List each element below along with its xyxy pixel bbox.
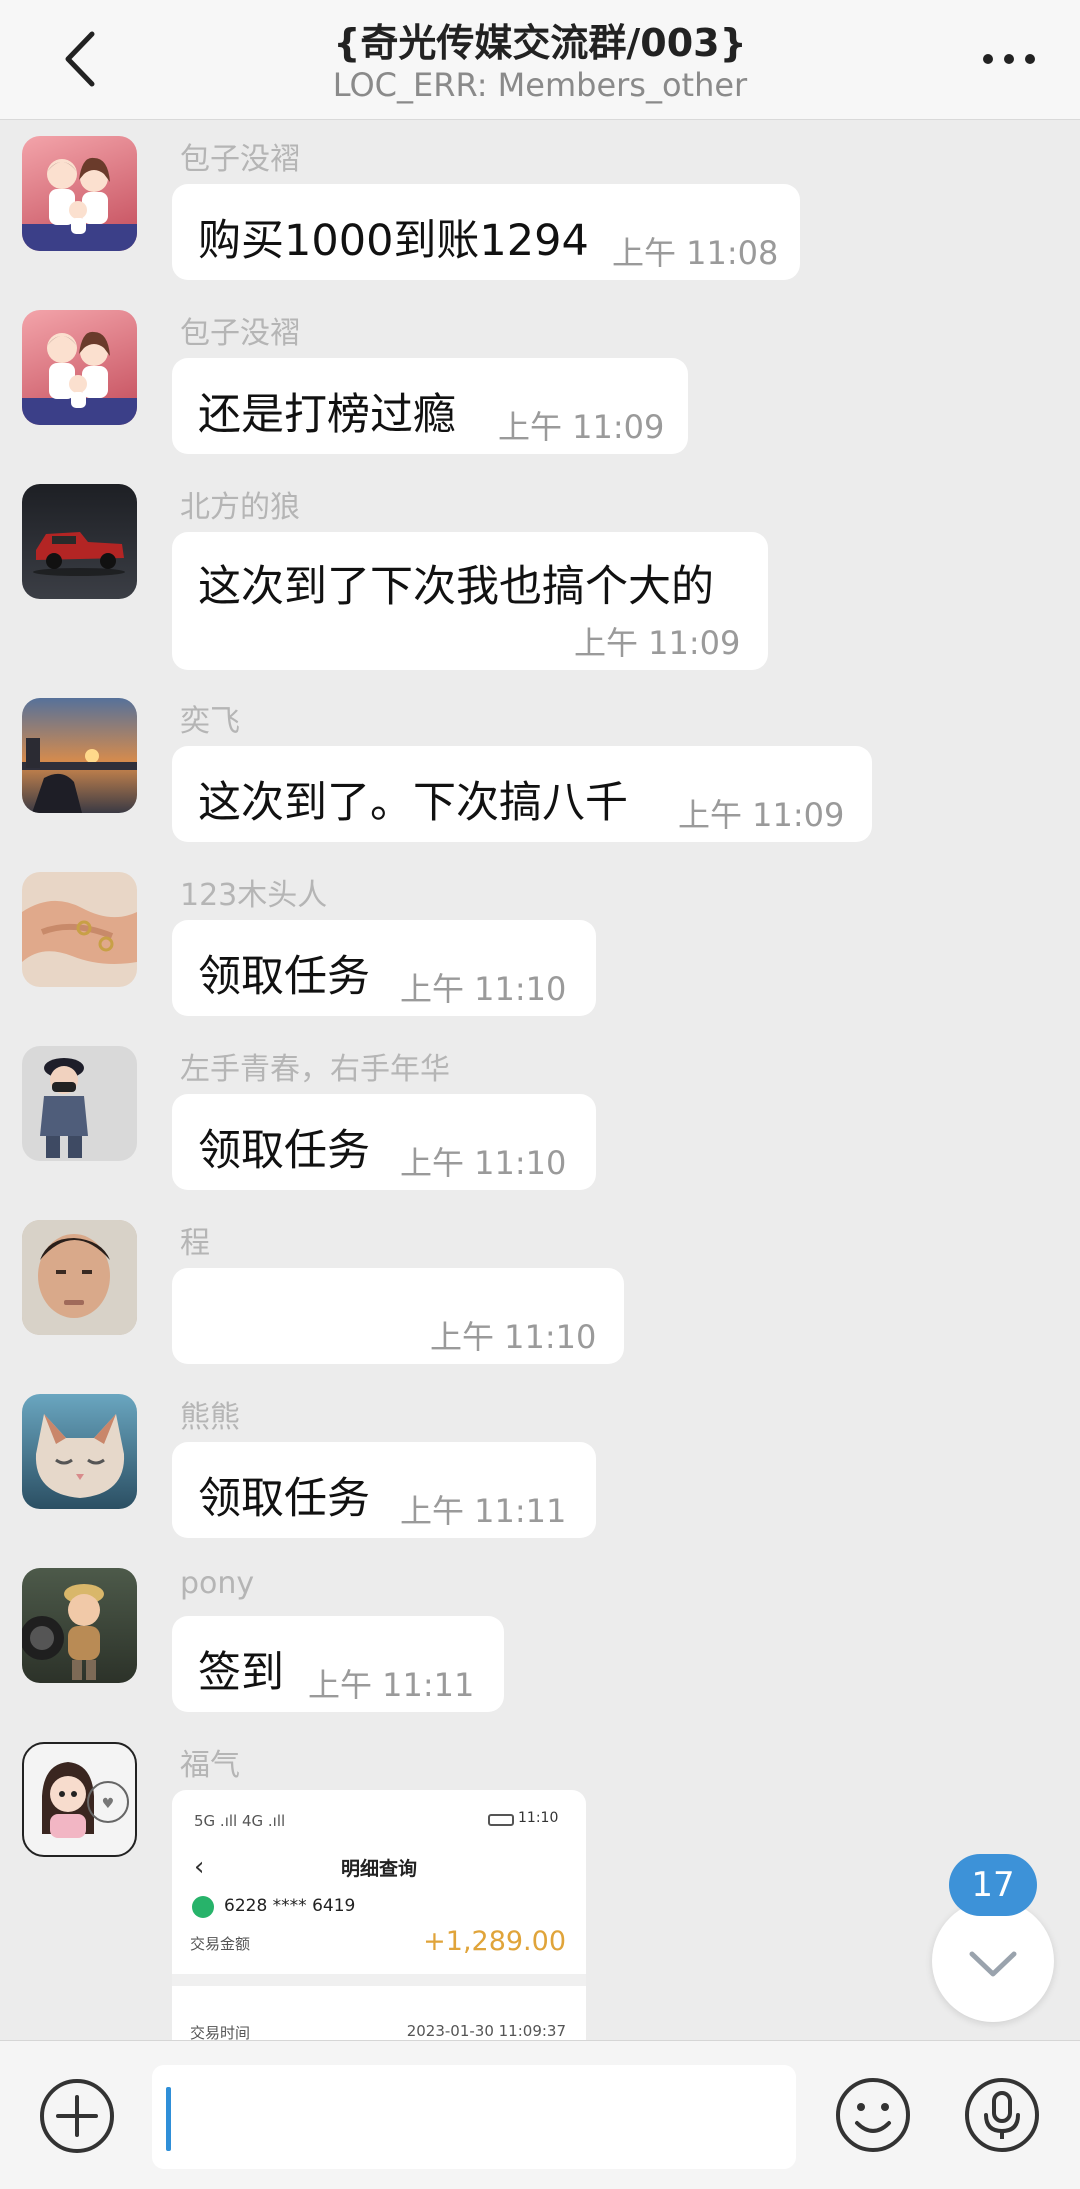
message-text: 购买1000到账1294	[198, 216, 589, 266]
emoji-button[interactable]	[833, 2075, 913, 2155]
avatar[interactable]	[22, 136, 137, 251]
message-item: 熊熊 领取任务 上午 11:11	[0, 1392, 1080, 1562]
avatar[interactable]	[22, 872, 137, 987]
couple-cartoon-avatar-icon	[22, 157, 137, 251]
message-time: 上午 11:09	[678, 796, 845, 834]
sender-name: 福气	[180, 1748, 240, 1783]
scroll-to-bottom-button[interactable]	[932, 1900, 1054, 2022]
receipt-status-bar: 5G .ıll 4G .ıll	[194, 1812, 286, 1830]
red-truck-avatar-icon	[33, 532, 125, 576]
sender-name: 程	[180, 1226, 210, 1261]
hands-rings-avatar-icon	[22, 900, 137, 964]
message-time: 上午 11:09	[498, 408, 665, 446]
group-subtitle: LOC_ERR: Members_other	[332, 66, 748, 104]
receipt-amount-label: 交易金额	[190, 1935, 251, 1953]
message-text: 签到	[198, 1648, 284, 1698]
receipt-clock: 11:10	[518, 1810, 559, 1826]
message-input[interactable]	[152, 2065, 796, 2169]
message-bubble[interactable]: 上午 11:10	[172, 1268, 624, 1364]
avatar[interactable]	[22, 310, 137, 425]
message-item: 包子没褶 还是打榜过瘾 上午 11:09	[0, 308, 1080, 478]
message-time: 上午 11:10	[430, 1318, 597, 1356]
avatar[interactable]	[22, 1394, 137, 1509]
receipt-time-label: 交易时间	[190, 2024, 251, 2040]
message-bubble[interactable]: 签到 上午 11:11	[172, 1616, 504, 1712]
sender-name: 包子没褶	[180, 316, 300, 351]
more-options-button[interactable]	[974, 34, 1044, 84]
sender-name: 北方的狼	[180, 490, 300, 525]
avatar[interactable]: ♥	[22, 1742, 137, 1857]
couple-cartoon-avatar-icon	[22, 331, 137, 425]
composer-bar	[0, 2040, 1080, 2189]
message-bubble[interactable]: 领取任务 上午 11:10	[172, 1094, 596, 1190]
battery-icon	[488, 1814, 514, 1826]
message-bubble[interactable]: 购买1000到账1294 上午 11:08	[172, 184, 800, 280]
masked-figure-avatar-icon	[40, 1058, 88, 1158]
cartoon-girl-avatar-icon: ♥	[42, 1762, 129, 1838]
voice-button[interactable]	[962, 2075, 1042, 2155]
message-item: 123木头人 领取任务 上午 11:10	[0, 870, 1080, 1040]
message-text: 领取任务	[198, 1126, 370, 1176]
message-bubble[interactable]: 这次到了下次我也搞个大的 上午 11:09	[172, 532, 768, 670]
message-time: 上午 11:09	[574, 624, 741, 662]
sender-name: 奕飞	[180, 704, 240, 739]
message-time: 上午 11:11	[400, 1492, 567, 1530]
message-item: 北方的狼 这次到了下次我也搞个大的 上午 11:09	[0, 482, 1080, 692]
chat-header: {奇光传媒交流群/003} LOC_ERR: Members_other	[0, 0, 1080, 120]
message-bubble[interactable]: 领取任务 上午 11:10	[172, 920, 596, 1016]
message-text: 领取任务	[198, 1474, 370, 1524]
message-item: pony 签到 上午 11:11	[0, 1566, 1080, 1736]
message-time: 上午 11:10	[400, 1144, 567, 1182]
message-text: 这次到了。下次搞八千	[198, 778, 628, 828]
message-bubble[interactable]: 还是打榜过瘾 上午 11:09	[172, 358, 688, 454]
avatar[interactable]	[22, 1046, 137, 1161]
message-text: 还是打榜过瘾	[198, 390, 456, 440]
more-dots-icon	[983, 54, 1035, 64]
chevron-down-icon	[969, 1951, 1017, 1977]
svg-text:♥: ♥	[102, 1796, 115, 1812]
message-bubble[interactable]: 这次到了。下次搞八千 上午 11:09	[172, 746, 872, 842]
baby-worker-avatar-icon	[22, 1584, 104, 1680]
sender-name: 包子没褶	[180, 142, 300, 177]
sender-name: pony	[180, 1566, 255, 1601]
sunset-city-avatar-icon	[22, 738, 137, 813]
sender-name: 熊熊	[180, 1400, 240, 1435]
receipt-card-number: 6228 **** 6419	[224, 1896, 356, 1916]
message-text: 这次到了下次我也搞个大的	[198, 562, 714, 612]
message-item: ♥ 福气 5G .ıll 4G .ıll 11:10 ‹ 明细查询 6228 *…	[0, 1740, 1080, 2040]
avatar[interactable]	[22, 1220, 137, 1335]
receipt-time: 2023-01-30 11:09:37	[406, 2022, 566, 2040]
message-item: 奕飞 这次到了。下次搞八千 上午 11:09	[0, 696, 1080, 866]
receipt-amount: +1,289.00	[423, 1926, 566, 1957]
microphone-icon	[965, 2078, 1039, 2152]
avatar[interactable]	[22, 1568, 137, 1683]
message-time: 上午 11:11	[308, 1666, 475, 1704]
bank-logo-icon	[192, 1896, 214, 1918]
message-item: 包子没褶 购买1000到账1294 上午 11:08	[0, 134, 1080, 304]
avatar[interactable]	[22, 698, 137, 813]
sender-name: 左手青春，右手年华	[180, 1052, 450, 1087]
message-bubble[interactable]: 领取任务 上午 11:11	[172, 1442, 596, 1538]
attach-button[interactable]	[38, 2077, 116, 2155]
avatar[interactable]	[22, 484, 137, 599]
message-list[interactable]: 包子没褶 购买1000到账1294 上午 11:08 包子没褶 还是打榜过瘾 上…	[0, 120, 1080, 2040]
plus-circle-icon	[40, 2079, 114, 2153]
image-message[interactable]: 5G .ıll 4G .ıll 11:10 ‹ 明细查询 6228 **** 6…	[172, 1790, 586, 2040]
smiley-icon	[836, 2078, 910, 2152]
sleepy-cat-avatar-icon	[35, 1414, 125, 1498]
unread-count-badge[interactable]: 17	[949, 1854, 1037, 1916]
text-cursor	[166, 2087, 171, 2151]
message-item: 程 上午 11:10	[0, 1218, 1080, 1388]
message-text: 领取任务	[198, 952, 370, 1002]
receipt-divider	[172, 1974, 586, 1986]
message-item: 左手青春，右手年华 领取任务 上午 11:10	[0, 1044, 1080, 1214]
group-title: {奇光传媒交流群/003}	[333, 21, 747, 65]
sender-name: 123木头人	[180, 878, 328, 913]
message-time: 上午 11:10	[400, 970, 567, 1008]
receipt-title: 明细查询	[340, 1858, 417, 1880]
message-time: 上午 11:08	[612, 234, 779, 272]
man-selfie-avatar-icon	[22, 1220, 137, 1335]
